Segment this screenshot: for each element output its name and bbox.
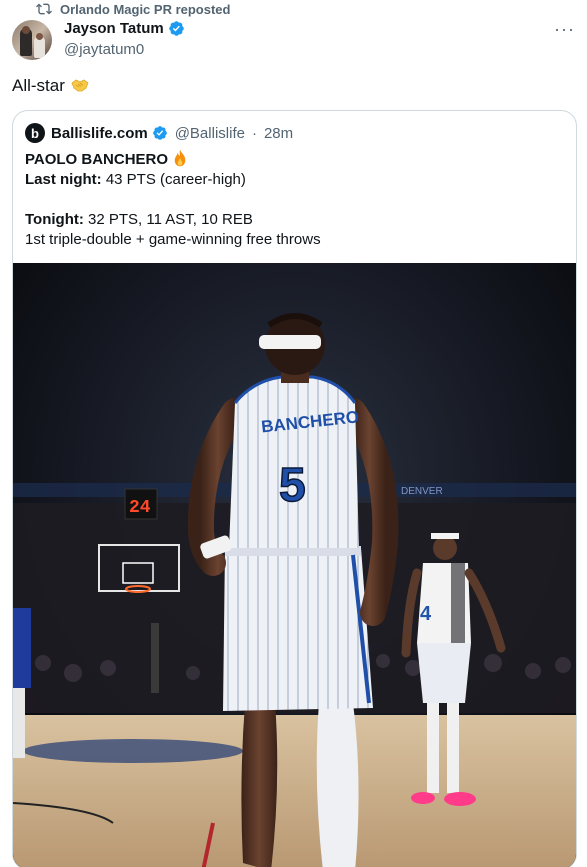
- tweet-body: All-star: [12, 76, 65, 95]
- quote-account-name[interactable]: Ballislife.com: [51, 125, 148, 142]
- verified-badge-icon: [168, 21, 184, 36]
- teammate-number: 4: [420, 603, 432, 625]
- more-icon[interactable]: ···: [554, 20, 575, 38]
- quote-title: PAOLO BANCHERO: [25, 151, 169, 168]
- tweet-text: All-star: [12, 76, 89, 96]
- repost-indicator[interactable]: Orlando Magic PR reposted: [36, 0, 230, 18]
- fire-emoji-icon: [174, 149, 186, 167]
- author-display-name[interactable]: Jayson Tatum: [64, 20, 164, 37]
- author-handle[interactable]: @jaytatum0: [64, 41, 144, 58]
- quote-header: b Ballislife.com @Ballislife · 28m: [25, 123, 293, 143]
- arena-ribbon-board: DENVER: [401, 486, 443, 497]
- handshake-emoji-icon: [71, 79, 89, 92]
- quote-media-photo[interactable]: DENVER 24 4 BANCHERO 5: [13, 263, 576, 867]
- svg-text:DENVER: DENVER: [401, 486, 443, 497]
- quote-line-last-night: Last night: 43 PTS (career-high): [25, 171, 246, 188]
- repost-icon: [36, 3, 52, 15]
- quote-body: PAOLO BANCHERO Last night: 43 PTS (caree…: [25, 149, 321, 250]
- quote-line-title: PAOLO BANCHERO: [25, 149, 321, 170]
- quote-line-tonight: Tonight: 32 PTS, 11 AST, 10 REB: [25, 211, 253, 228]
- quote-handle[interactable]: @Ballislife: [175, 125, 245, 142]
- shot-clock: 24: [129, 498, 151, 518]
- avatar[interactable]: [12, 20, 52, 60]
- jersey-number: 5: [279, 459, 306, 512]
- quoted-tweet-card[interactable]: b Ballislife.com @Ballislife · 28m PAOLO…: [12, 110, 577, 867]
- ballislife-logo: b: [25, 123, 45, 143]
- quote-line-summary: 1st triple-double + game-winning free th…: [25, 231, 321, 248]
- basketball-photo: DENVER 24 4 BANCHERO 5: [13, 263, 576, 867]
- verified-badge-icon: [152, 126, 167, 140]
- quote-separator: ·: [251, 124, 257, 142]
- repost-label: Orlando Magic PR reposted: [60, 1, 231, 17]
- quote-timestamp[interactable]: 28m: [264, 125, 293, 142]
